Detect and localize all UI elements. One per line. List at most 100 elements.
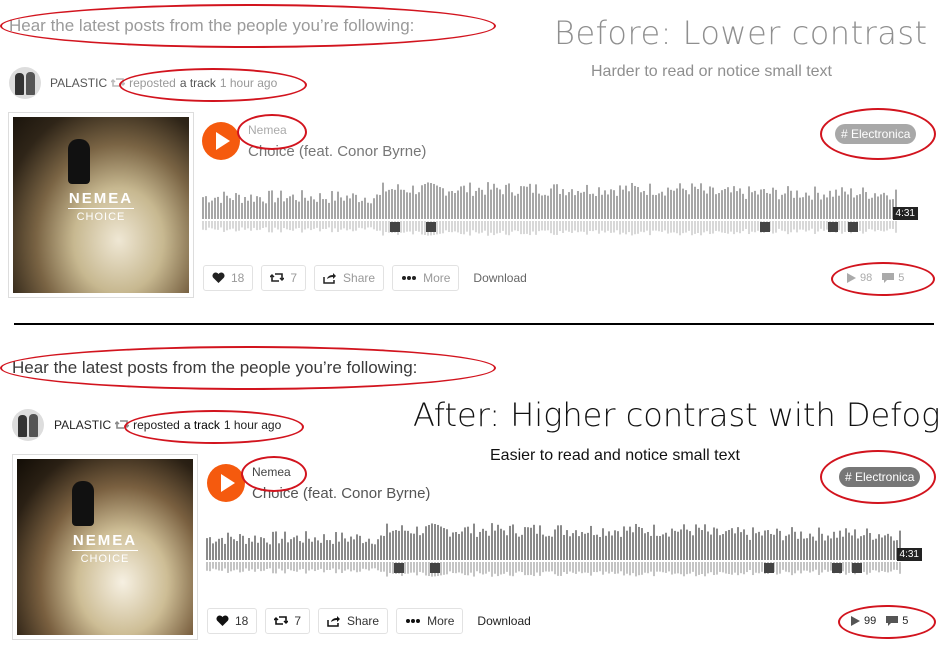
comment-avatar[interactable] [832, 563, 842, 573]
artist-link[interactable]: Nemea [248, 123, 287, 137]
waveform-reflection [469, 221, 471, 236]
track-artwork[interactable]: NEMEA CHOICE [8, 112, 194, 298]
waveform-bars [206, 523, 901, 577]
share-button[interactable]: Share [314, 265, 385, 291]
waveform-reflection [644, 562, 646, 573]
comment-avatar[interactable] [764, 563, 774, 573]
waveform-reflection [563, 562, 565, 573]
waveform-bar [493, 183, 495, 219]
share-button[interactable]: Share [318, 608, 389, 634]
waveform-reflection [646, 221, 648, 231]
waveform-bar [814, 186, 816, 219]
waveform-reflection [665, 562, 667, 573]
waveform-bar [212, 543, 214, 560]
comment-avatar[interactable] [848, 222, 858, 232]
comment-avatar[interactable] [426, 222, 436, 232]
comment-avatar[interactable] [828, 222, 838, 232]
waveform-bar [785, 535, 787, 560]
waveform-reflection [533, 562, 535, 577]
comment-avatar[interactable] [852, 563, 862, 573]
play-button[interactable] [202, 122, 240, 160]
waveform[interactable]: 4:31 [202, 177, 918, 237]
waveform-bar [722, 534, 724, 560]
track-artwork[interactable]: NEMEA CHOICE [12, 454, 198, 640]
waveform-reflection [719, 562, 721, 572]
waveform-reflection [310, 221, 312, 231]
play-count-icon [847, 273, 856, 283]
waveform-reflection [571, 221, 573, 233]
waveform-bar [635, 523, 637, 560]
waveform-bar [545, 536, 547, 560]
comments-stat[interactable]: 5 [886, 615, 908, 627]
waveform-bar [652, 194, 654, 219]
waveform-bar [385, 191, 387, 219]
waveform-bar [529, 183, 531, 219]
waveform-bar [553, 184, 555, 219]
avatar[interactable] [9, 67, 41, 99]
waveform-reflection [418, 221, 420, 232]
waveform-bar [772, 187, 774, 219]
waveform-reflection [367, 221, 369, 228]
waveform-reflection [253, 221, 255, 228]
waveform-bar [389, 532, 391, 560]
waveform-reflection [334, 221, 336, 229]
waveform-bar [761, 535, 763, 560]
waveform-reflection [358, 221, 360, 228]
waveform-reflection [602, 562, 604, 575]
waveform-reflection [779, 562, 781, 574]
username-link[interactable]: PALASTIC [50, 76, 107, 90]
download-link[interactable]: Download [471, 614, 536, 628]
waveform-reflection [242, 562, 244, 572]
waveform-reflection [598, 221, 600, 234]
waveform[interactable]: 4:31 [206, 518, 922, 578]
download-link[interactable]: Download [467, 271, 532, 285]
artist-link[interactable]: Nemea [252, 465, 291, 479]
play-button[interactable] [207, 464, 245, 502]
waveform-reflection [607, 221, 609, 231]
waveform-bar [880, 194, 882, 219]
track-title-link[interactable]: Choice (feat. Conor Byrne) [248, 143, 426, 160]
waveform-bar [820, 199, 822, 219]
waveform-bar [271, 190, 273, 219]
waveform-reflection [778, 221, 780, 229]
waveform-bar [779, 530, 781, 560]
comment-avatar[interactable] [394, 563, 404, 573]
comment-avatar[interactable] [430, 563, 440, 573]
username-link[interactable]: PALASTIC [54, 418, 111, 432]
waveform-reflection [308, 562, 310, 571]
comment-avatar[interactable] [760, 222, 770, 232]
track-link[interactable]: a track [184, 418, 220, 432]
genre-tag[interactable]: # Electronica [839, 467, 921, 487]
comments-stat[interactable]: 5 [882, 272, 904, 284]
waveform-reflection [574, 221, 576, 231]
waveform-bar [437, 524, 439, 560]
like-button[interactable]: 18 [207, 608, 258, 634]
waveform-reflection [631, 221, 633, 236]
genre-tag[interactable]: # Electronica [835, 124, 917, 144]
like-button[interactable]: 18 [203, 265, 254, 291]
waveform-bar [856, 195, 858, 219]
waveform-reflection [545, 562, 547, 572]
waveform-bar [614, 530, 616, 560]
waveform-bar [439, 187, 441, 219]
track-title-link[interactable]: Choice (feat. Conor Byrne) [252, 485, 430, 502]
repost-button[interactable]: 7 [261, 265, 307, 291]
waveform-reflection [245, 562, 247, 569]
waveform-bar [812, 536, 814, 560]
comment-avatar[interactable] [390, 222, 400, 232]
waveform-bar [584, 533, 586, 560]
waveform-bar [563, 534, 565, 560]
waveform-bar [445, 195, 447, 219]
waveform-reflection [223, 221, 225, 232]
waveform-reflection [403, 221, 405, 233]
repost-count: 7 [290, 271, 298, 285]
waveform-bar [257, 542, 259, 560]
waveform-bar [626, 530, 628, 560]
avatar[interactable] [12, 409, 44, 441]
waveform-reflection [820, 221, 822, 229]
track-link[interactable]: a track [180, 76, 216, 90]
repost-button[interactable]: 7 [265, 608, 311, 634]
waveform-bar [737, 527, 739, 560]
more-button[interactable]: More [396, 608, 464, 634]
more-button[interactable]: More [392, 265, 460, 291]
